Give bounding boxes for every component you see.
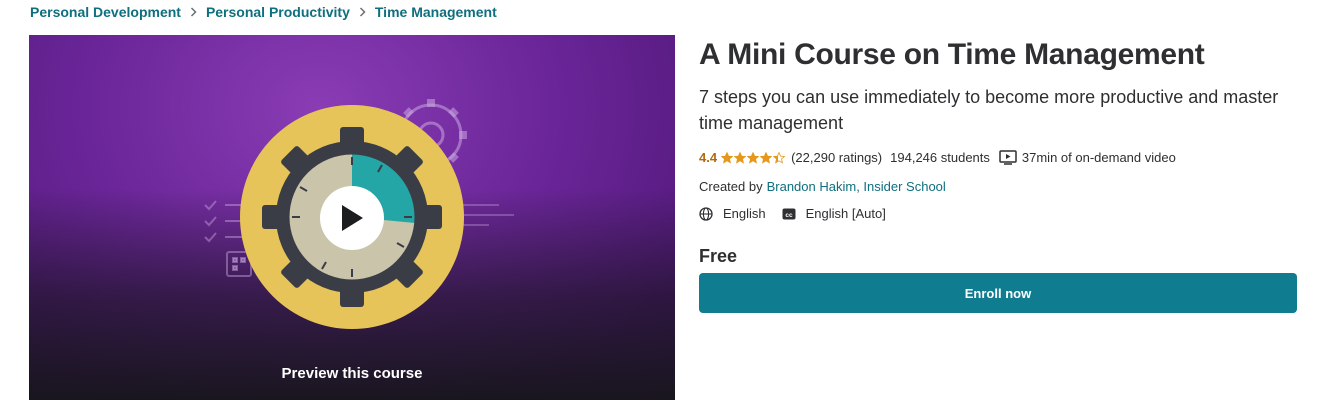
video-icon — [999, 150, 1017, 165]
play-icon — [342, 205, 363, 231]
ratings-count[interactable]: (22,290 ratings) — [791, 150, 882, 165]
star-rating — [721, 151, 786, 164]
rating-value: 4.4 — [699, 150, 718, 165]
course-price: Free — [699, 246, 738, 266]
star-icon — [747, 151, 760, 164]
breadcrumb-item-personal-development[interactable]: Personal Development — [30, 4, 181, 20]
star-icon — [773, 151, 786, 164]
video-length: 37min of on-demand video — [1021, 150, 1176, 165]
course-language: English — [723, 206, 766, 221]
course-title: A Mini Course on Time Management — [699, 38, 1205, 71]
breadcrumb-item-time-management[interactable]: Time Management — [375, 4, 497, 20]
breadcrumb: Personal Development Personal Productivi… — [30, 3, 497, 21]
student-count: 194,246 students — [890, 150, 990, 165]
star-icon — [721, 151, 734, 164]
svg-text:cc: cc — [785, 212, 793, 219]
created-by-row: Created by Brandon Hakim, Insider School — [699, 179, 946, 194]
globe-icon — [699, 206, 713, 221]
play-button[interactable] — [320, 186, 384, 250]
rating-row: 4.4 (22,290 ratings) 194,246 students 37… — [699, 150, 1176, 165]
chevron-right-icon — [190, 7, 197, 17]
enroll-now-button[interactable]: Enroll now — [699, 273, 1297, 313]
course-subtitle: 7 steps you can use immediately to becom… — [699, 87, 1279, 133]
star-icon — [760, 151, 773, 164]
instructor-link[interactable]: Brandon Hakim, Insider School — [767, 179, 946, 194]
breadcrumb-item-personal-productivity[interactable]: Personal Productivity — [206, 4, 350, 20]
language-row: English cc English [Auto] — [699, 206, 886, 221]
chevron-right-icon — [359, 7, 366, 17]
captions-language: English [Auto] — [805, 206, 886, 221]
closed-captions-icon: cc — [782, 208, 796, 219]
course-preview-video[interactable]: Preview this course — [29, 35, 675, 400]
preview-course-label[interactable]: Preview this course — [29, 365, 675, 382]
created-by-label: Created by — [699, 179, 763, 194]
star-icon — [734, 151, 747, 164]
